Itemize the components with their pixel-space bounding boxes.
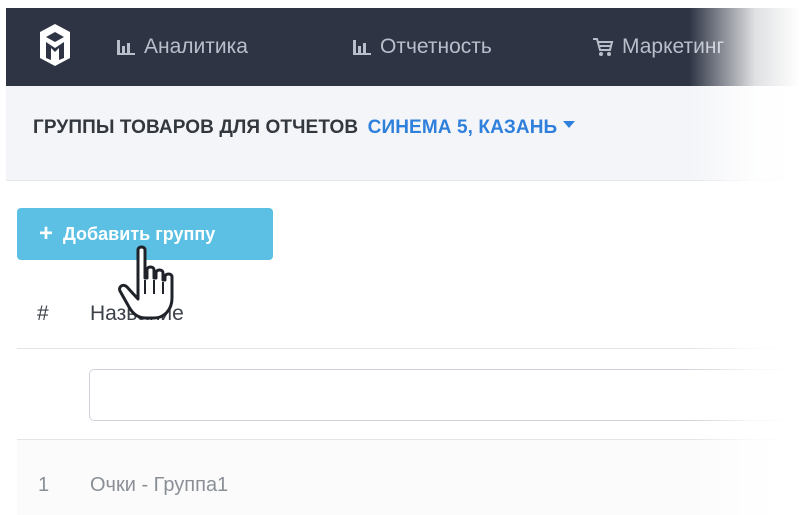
column-header-name[interactable]: Название: [90, 302, 184, 326]
nav-item-label: Аналитика: [144, 35, 248, 58]
row-number: 1: [38, 474, 50, 496]
caret-down-icon: [563, 121, 576, 129]
add-group-button-label: Добавить группу: [63, 223, 216, 244]
page-title-text: ГРУППЫ ТОВАРОВ ДЛЯ ОТЧЕТОВ: [33, 117, 359, 138]
nav-item-reports[interactable]: Отчетность: [352, 8, 492, 86]
bar-chart-icon: [117, 40, 135, 55]
page-title: ГРУППЫ ТОВАРОВ ДЛЯ ОТЧЕТОВ СИНЕМА 5, КАЗ…: [33, 117, 576, 139]
app-frame: Аналитика Отчетность Маркетинг ГРУППЫ ТО…: [0, 0, 799, 515]
row-name-link[interactable]: Очки - Группа1: [90, 474, 228, 497]
cinema-dropdown-label: СИНЕМА 5, КАЗАНЬ: [367, 117, 558, 138]
bar-chart-icon: [353, 40, 371, 55]
top-navbar: Аналитика Отчетность Маркетинг: [6, 8, 799, 86]
divider: [17, 348, 799, 349]
nav-item-label: Отчетность: [380, 35, 492, 58]
cinema-dropdown[interactable]: СИНЕМА 5, КАЗАНЬ: [368, 117, 576, 138]
cart-icon: [593, 38, 614, 56]
nav-item-marketing[interactable]: Маркетинг: [592, 8, 724, 86]
plus-icon: +: [39, 220, 54, 247]
nav-item-label: Маркетинг: [622, 35, 725, 58]
cube-logo-icon[interactable]: [38, 22, 72, 68]
page-subheader: ГРУППЫ ТОВАРОВ ДЛЯ ОТЧЕТОВ СИНЕМА 5, КАЗ…: [6, 86, 799, 181]
nav-item-analytics[interactable]: Аналитика: [116, 8, 248, 86]
column-header-number[interactable]: #: [37, 302, 49, 326]
add-group-button[interactable]: + Добавить группу: [17, 208, 273, 260]
name-filter-input[interactable]: [89, 369, 799, 421]
